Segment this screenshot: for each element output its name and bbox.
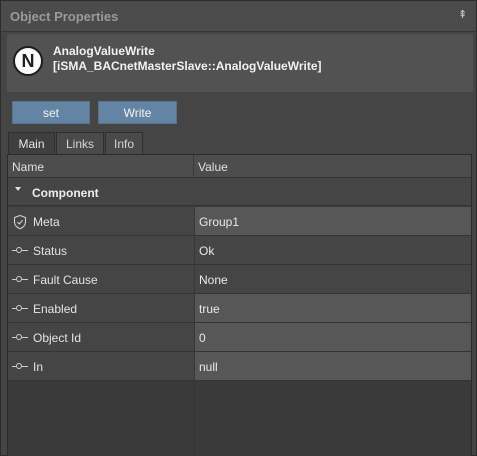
property-value-field: Ok — [194, 236, 471, 264]
slot-icon — [12, 334, 28, 340]
collapse-caret-icon[interactable] — [15, 187, 21, 191]
property-row-fault-cause[interactable]: Fault Cause None — [8, 265, 471, 294]
property-name: Status — [33, 244, 68, 258]
property-name: In — [33, 360, 44, 374]
object-header: N AnalogValueWrite [iSMA_BACnetMasterSla… — [7, 34, 473, 92]
slot-icon — [12, 305, 28, 311]
group-label: Component — [32, 186, 99, 200]
column-separator — [194, 381, 195, 456]
property-value: Ok — [199, 244, 215, 258]
component-group-row[interactable]: Component — [8, 178, 471, 206]
panel-titlebar: Object Properties ⇞ — [1, 1, 476, 32]
property-name: Fault Cause — [33, 273, 98, 287]
property-value-field[interactable]: Group1 — [194, 207, 471, 235]
property-row-in[interactable]: In null — [8, 352, 471, 381]
object-name: AnalogValueWrite — [53, 44, 155, 58]
property-grid: Name Value Component Meta Group1 Status … — [7, 154, 472, 456]
property-name-cell: Object Id — [8, 323, 194, 351]
set-button[interactable]: set — [12, 101, 90, 124]
property-value-field[interactable]: 0 — [194, 323, 471, 351]
property-row-object-id[interactable]: Object Id 0 — [8, 323, 471, 352]
grid-column-header: Name Value — [8, 155, 471, 178]
slot-icon — [12, 363, 28, 369]
property-row-status[interactable]: Status Ok — [8, 236, 471, 265]
column-separator[interactable] — [193, 155, 194, 178]
property-name-cell: Status — [8, 236, 194, 264]
property-name-cell: Meta — [8, 207, 194, 235]
shield-icon — [13, 214, 27, 230]
property-value-field[interactable]: null — [194, 352, 471, 380]
property-value[interactable]: 0 — [199, 331, 206, 345]
object-properties-panel: Object Properties ⇞ N AnalogValueWrite [… — [0, 0, 477, 456]
property-name: Enabled — [33, 302, 78, 316]
property-name: Object Id — [33, 331, 82, 345]
slot-icon — [12, 276, 28, 282]
slot-icon — [12, 247, 28, 253]
pin-icon[interactable]: ⇞ — [458, 8, 468, 21]
property-value[interactable]: true — [199, 302, 220, 316]
grid-empty-area — [8, 381, 471, 456]
object-logo-icon: N — [13, 46, 43, 76]
column-name-header[interactable]: Name — [12, 160, 44, 174]
property-value: None — [199, 273, 228, 287]
object-type: [iSMA_BACnetMasterSlave::AnalogValueWrit… — [53, 59, 322, 73]
tab-main[interactable]: Main — [8, 132, 55, 156]
property-value[interactable]: Group1 — [199, 215, 239, 229]
panel-title: Object Properties — [10, 9, 119, 24]
property-row-enabled[interactable]: Enabled true — [8, 294, 471, 323]
column-value-header[interactable]: Value — [198, 160, 228, 174]
property-row-meta[interactable]: Meta Group1 — [8, 207, 471, 236]
property-value[interactable]: null — [199, 360, 218, 374]
tab-links[interactable]: Links — [56, 132, 104, 155]
property-value-field[interactable]: true — [194, 294, 471, 322]
property-value-field: None — [194, 265, 471, 293]
property-name-cell: In — [8, 352, 194, 380]
write-button[interactable]: Write — [98, 101, 177, 124]
tab-info[interactable]: Info — [105, 132, 143, 155]
property-name: Meta — [33, 215, 60, 229]
property-name-cell: Fault Cause — [8, 265, 194, 293]
property-name-cell: Enabled — [8, 294, 194, 322]
